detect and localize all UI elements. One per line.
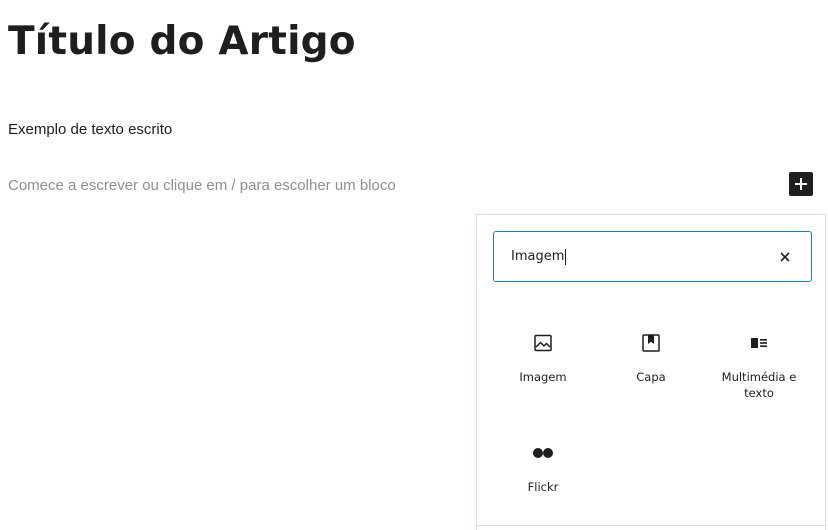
block-inserter-toggle-button[interactable] <box>789 172 813 196</box>
popover-divider <box>477 525 825 526</box>
plus-icon <box>795 178 807 190</box>
block-option-label: Multimédia e texto <box>721 370 797 400</box>
block-option-label: Imagem <box>519 370 567 384</box>
search-value: Imagem <box>511 249 565 264</box>
block-option-image[interactable]: Imagem <box>489 331 597 385</box>
paragraph-block[interactable]: Exemplo de texto escrito <box>8 120 172 140</box>
block-option-label: Flickr <box>527 480 559 494</box>
close-icon <box>780 251 790 262</box>
image-icon <box>534 334 552 352</box>
flickr-icon <box>533 448 553 458</box>
post-title[interactable]: Título do Artigo <box>8 18 356 66</box>
block-option-label: Capa <box>636 370 666 384</box>
media-text-icon <box>751 338 767 348</box>
block-search-input[interactable]: Imagem <box>493 231 812 282</box>
editor-canvas: Título do Artigo Exemplo de texto escrit… <box>0 0 828 530</box>
text-caret <box>565 248 567 265</box>
block-option-flickr[interactable]: Flickr <box>489 441 597 495</box>
empty-block-placeholder[interactable]: Comece a escrever ou clique em / para es… <box>8 176 396 196</box>
block-option-cover[interactable]: Capa <box>597 331 705 385</box>
cover-icon <box>642 334 660 352</box>
clear-search-button[interactable] <box>775 247 795 267</box>
block-inserter-popover: Imagem Imagem Capa Multimédia e texto Fl… <box>476 214 826 530</box>
block-option-media-text[interactable]: Multimédia e texto <box>705 331 813 401</box>
